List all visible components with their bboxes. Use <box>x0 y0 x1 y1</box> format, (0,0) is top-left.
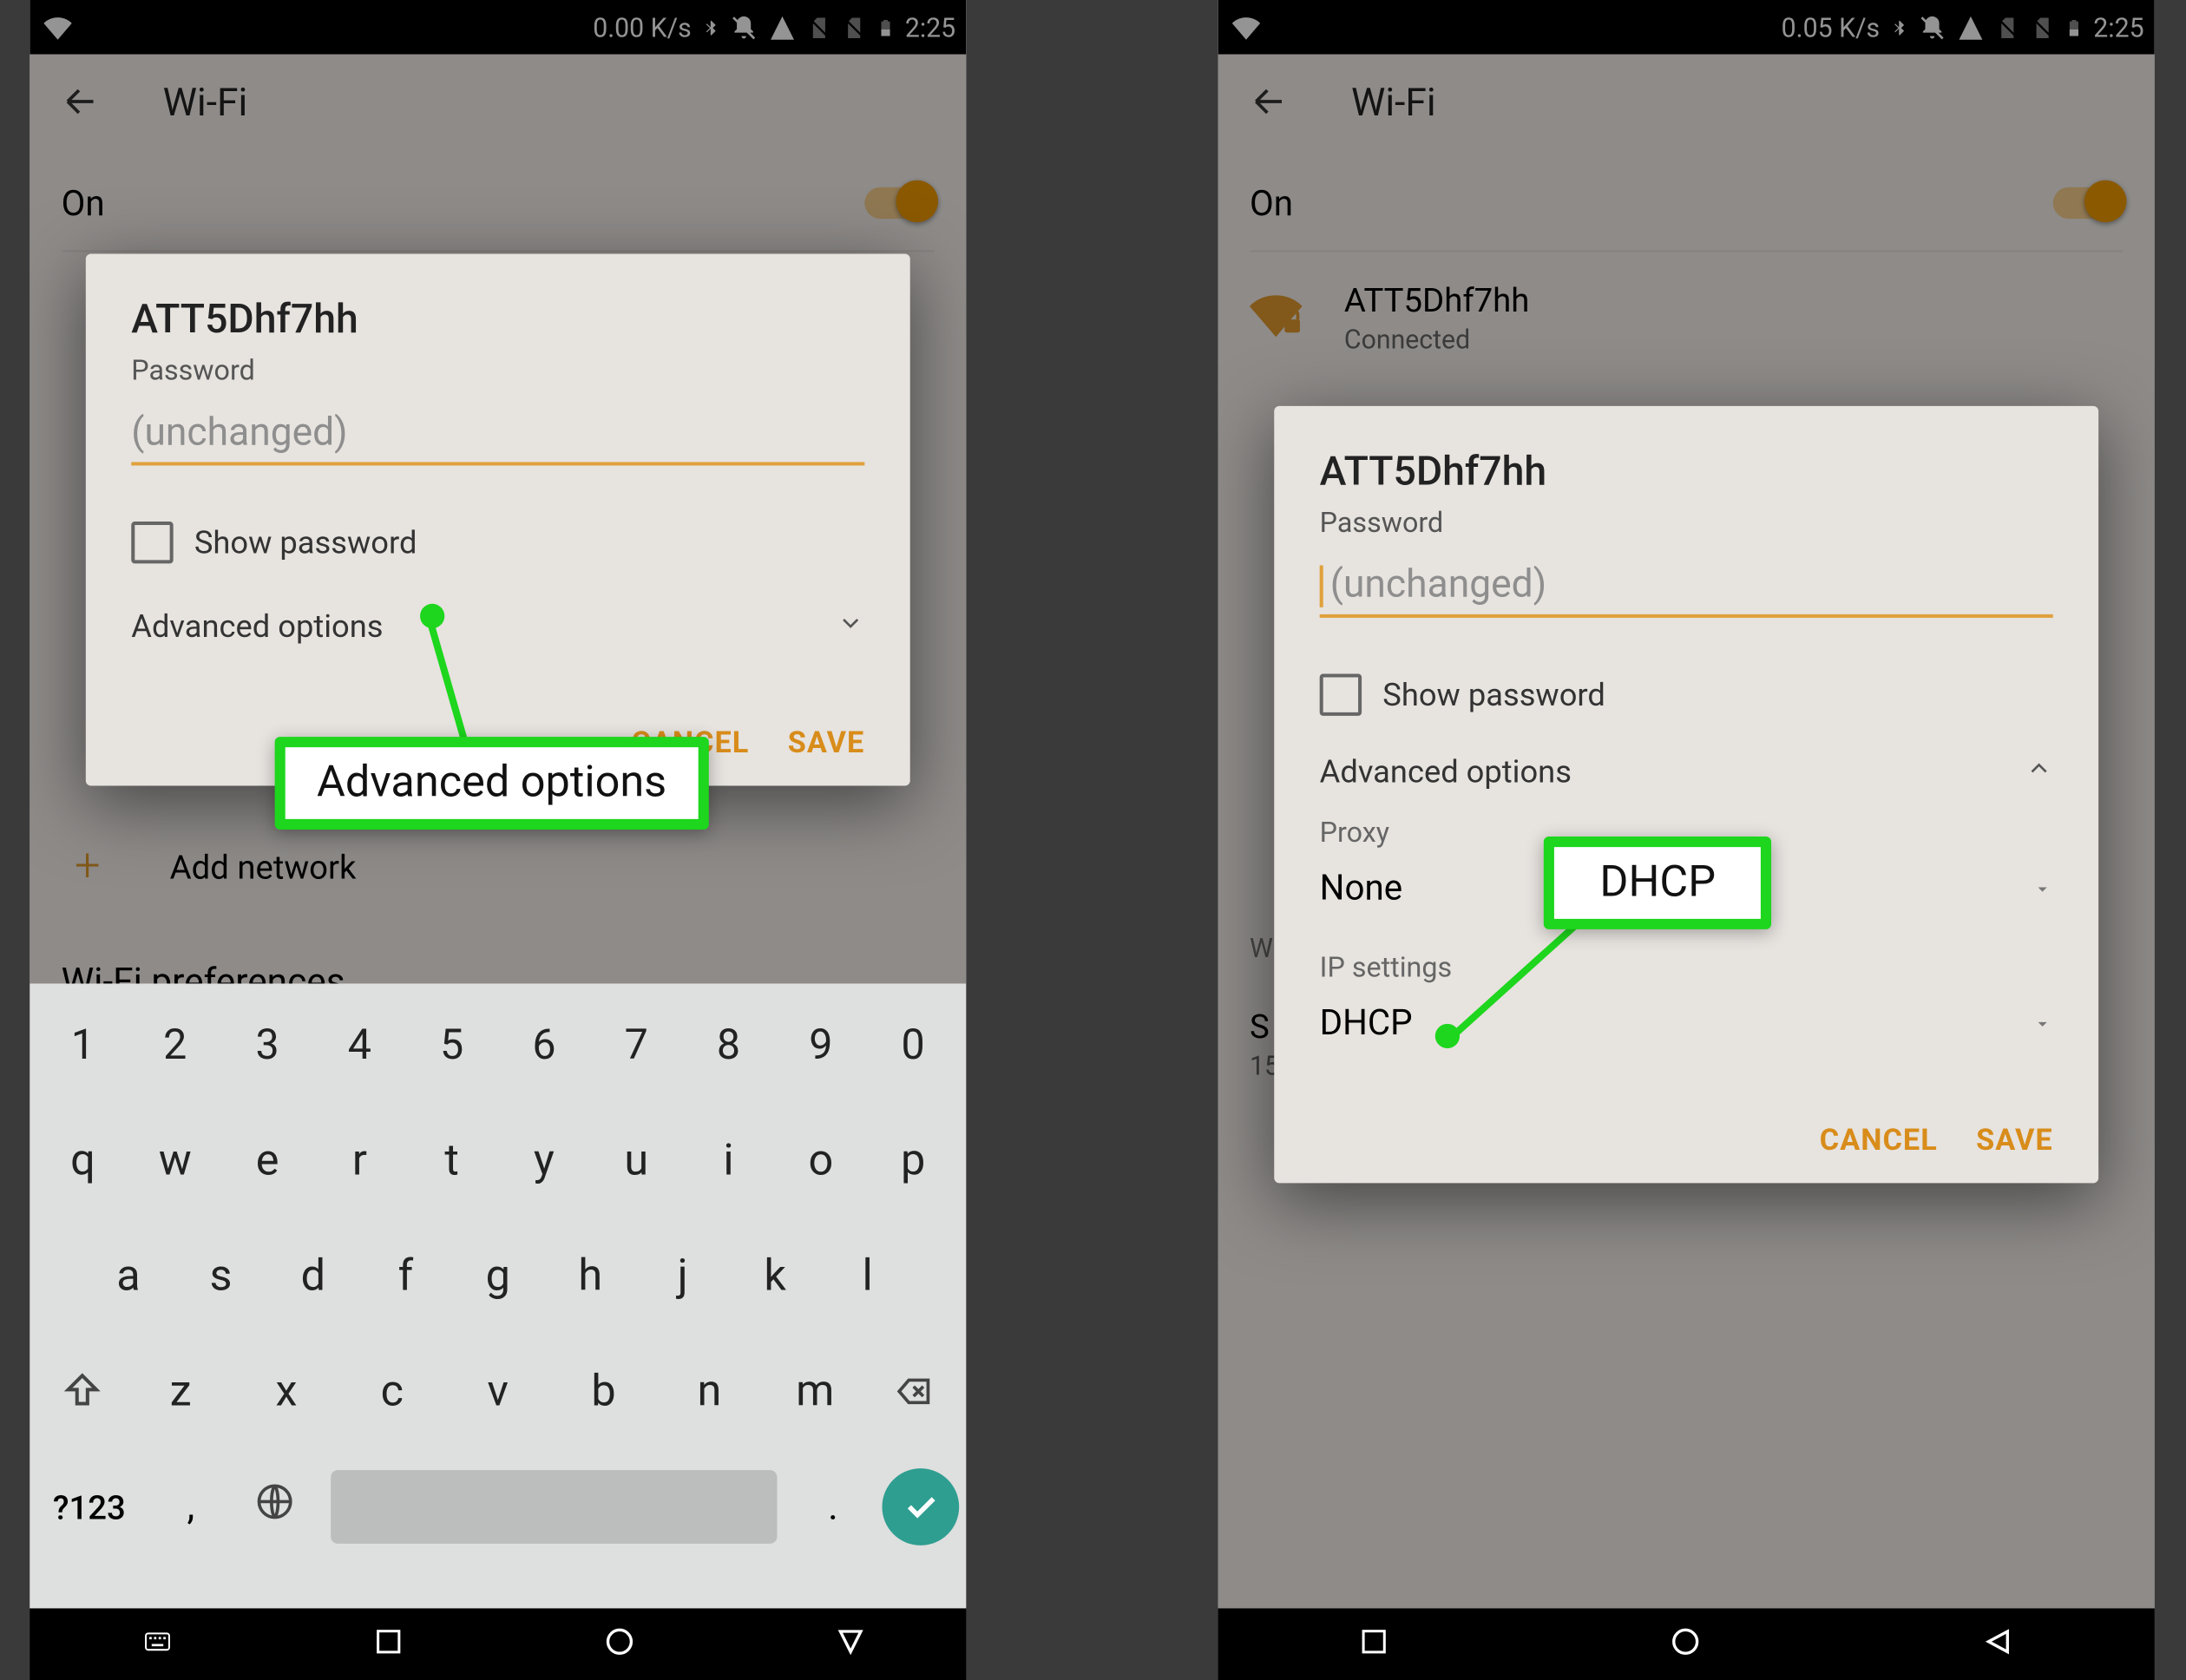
key-v[interactable]: v <box>445 1366 551 1416</box>
keyboard-row-2: asdfghjkl <box>36 1222 959 1330</box>
callout-dhcp: DHCP <box>1544 837 1772 929</box>
key-x[interactable]: x <box>233 1366 339 1416</box>
key-5[interactable]: 5 <box>406 1020 498 1069</box>
enter-key[interactable] <box>882 1468 959 1545</box>
comma-key[interactable]: , <box>155 1485 226 1528</box>
keyboard-number-row: 1234567890 <box>36 991 959 1099</box>
key-4[interactable]: 4 <box>313 1020 405 1069</box>
key-k[interactable]: k <box>729 1250 821 1301</box>
key-z[interactable]: z <box>128 1366 233 1416</box>
keyboard-row-3: zxcvbnm <box>36 1337 959 1446</box>
advanced-options-row[interactable]: Advanced options <box>131 609 864 646</box>
key-t[interactable]: t <box>406 1135 498 1185</box>
ip-settings-value: DHCP <box>1320 1001 1413 1043</box>
key-3[interactable]: 3 <box>221 1020 313 1069</box>
key-f[interactable]: f <box>359 1250 451 1301</box>
save-button[interactable]: SAVE <box>1976 1124 2053 1158</box>
home-icon[interactable] <box>601 1624 636 1665</box>
key-n[interactable]: n <box>657 1366 763 1416</box>
ip-settings-label: IP settings <box>1320 951 2053 984</box>
advanced-options-label: Advanced options <box>1320 755 1572 791</box>
key-7[interactable]: 7 <box>590 1020 682 1069</box>
key-d[interactable]: d <box>267 1250 359 1301</box>
key-c[interactable]: c <box>339 1366 445 1416</box>
checkbox-icon[interactable] <box>1320 674 1362 716</box>
key-6[interactable]: 6 <box>498 1020 590 1069</box>
chevron-up-icon <box>2025 755 2052 791</box>
key-2[interactable]: 2 <box>129 1020 221 1069</box>
dropdown-icon <box>2032 867 2053 909</box>
soft-keyboard[interactable]: 1234567890 qwertyuiop asdfghjkl zxcvbnm … <box>30 983 966 1608</box>
key-q[interactable]: q <box>36 1135 128 1185</box>
key-y[interactable]: y <box>498 1135 590 1185</box>
key-m[interactable]: m <box>762 1366 868 1416</box>
password-input[interactable]: (unchanged) <box>131 404 864 466</box>
home-icon[interactable] <box>1667 1624 1702 1665</box>
keyboard-bottom-row: ?123 , . <box>36 1453 959 1561</box>
keyboard-row-1: qwertyuiop <box>36 1106 959 1215</box>
symbols-key[interactable]: ?123 <box>36 1486 141 1526</box>
show-password-label: Show password <box>1382 677 1605 713</box>
checkbox-icon[interactable] <box>131 522 173 563</box>
ip-settings-dropdown[interactable]: DHCP <box>1320 1001 2053 1043</box>
key-b[interactable]: b <box>551 1366 657 1416</box>
show-password-label: Show password <box>194 524 417 561</box>
key-r[interactable]: r <box>313 1135 405 1185</box>
show-password-row[interactable]: Show password <box>1320 674 2053 716</box>
cancel-button[interactable]: CANCEL <box>1820 1124 1938 1158</box>
keyboard-icon[interactable] <box>139 1627 177 1662</box>
recents-icon[interactable] <box>373 1625 404 1664</box>
backspace-key[interactable] <box>868 1372 959 1410</box>
recents-icon[interactable] <box>1357 1625 1388 1664</box>
key-g[interactable]: g <box>452 1250 544 1301</box>
key-s[interactable]: s <box>174 1250 266 1301</box>
key-o[interactable]: o <box>775 1135 867 1185</box>
show-password-row[interactable]: Show password <box>131 522 864 563</box>
key-e[interactable]: e <box>221 1135 313 1185</box>
key-8[interactable]: 8 <box>682 1020 774 1069</box>
right-screenshot: 0.05 K/s 2:25 Wi-Fi On ATT5Dhf <box>1218 0 2155 1608</box>
key-h[interactable]: h <box>544 1250 636 1301</box>
back-softkey-icon[interactable] <box>1980 1624 2015 1665</box>
callout-advanced-options: Advanced options <box>275 737 709 830</box>
dropdown-icon <box>2032 1001 2053 1043</box>
period-key[interactable]: . <box>798 1485 869 1528</box>
key-i[interactable]: i <box>682 1135 774 1185</box>
dialog-ssid: ATT5Dhf7hh <box>1320 448 2053 495</box>
shift-key[interactable] <box>36 1370 128 1412</box>
back-softkey-icon[interactable] <box>833 1624 868 1665</box>
key-0[interactable]: 0 <box>867 1020 959 1069</box>
password-label: Password <box>131 353 864 386</box>
save-button[interactable]: SAVE <box>788 726 865 761</box>
dialog-ssid: ATT5Dhf7hh <box>131 296 864 343</box>
key-w[interactable]: w <box>129 1135 221 1185</box>
key-a[interactable]: a <box>82 1250 174 1301</box>
key-u[interactable]: u <box>590 1135 682 1185</box>
nav-bar <box>1218 1608 2155 1680</box>
password-input[interactable]: (unchanged) <box>1320 556 2053 618</box>
advanced-options-row[interactable]: Advanced options <box>1320 755 2053 791</box>
password-label: Password <box>1320 506 2053 539</box>
nav-bar <box>30 1608 966 1680</box>
wifi-dialog: ATT5Dhf7hh Password (unchanged) Show pas… <box>86 253 910 785</box>
space-key[interactable] <box>331 1470 777 1544</box>
key-p[interactable]: p <box>867 1135 959 1185</box>
key-1[interactable]: 1 <box>36 1020 128 1069</box>
globe-key[interactable] <box>240 1480 310 1533</box>
chevron-down-icon <box>837 609 864 646</box>
advanced-options-label: Advanced options <box>131 609 383 646</box>
key-9[interactable]: 9 <box>775 1020 867 1069</box>
wifi-dialog-expanded: ATT5Dhf7hh Password (unchanged) Show pas… <box>1274 406 2098 1184</box>
key-l[interactable]: l <box>821 1250 913 1301</box>
key-j[interactable]: j <box>636 1250 728 1301</box>
proxy-value: None <box>1320 867 1402 909</box>
